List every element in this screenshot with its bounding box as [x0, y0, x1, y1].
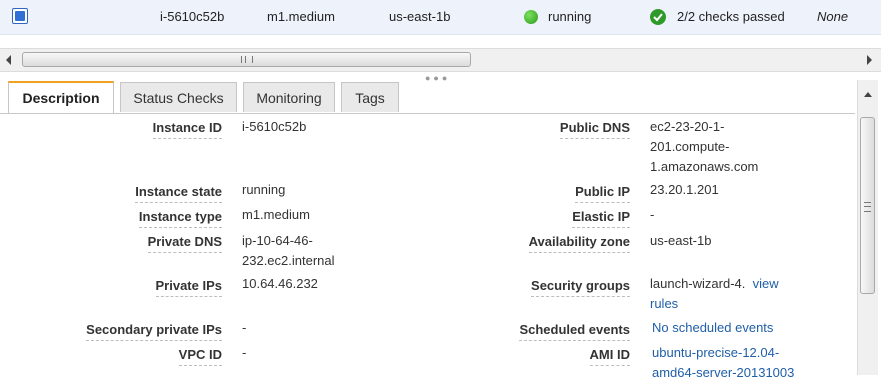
view-rules-link[interactable]: view [753, 276, 779, 291]
public-dns-line: 201.compute- [650, 139, 730, 154]
availability-zone-cell: us-east-1b [389, 9, 451, 24]
public-dns-label: Public DNS [559, 120, 630, 139]
availability-zone-label: Availability zone [528, 234, 630, 253]
ami-id-label: AMI ID [589, 347, 630, 366]
green-checkmark-icon [650, 9, 666, 25]
horizontal-scrollbar[interactable] [0, 48, 881, 72]
green-dot-icon [524, 10, 538, 24]
public-dns-value: ec2-23-20-1- 201.compute- 1.amazonaws.co… [650, 117, 758, 177]
secondary-private-ips-value: - [242, 320, 247, 335]
tab-status-checks[interactable]: Status Checks [120, 82, 237, 112]
status-checks-cell: 2/2 checks passed [677, 9, 785, 24]
private-ips-value: 10.64.46.232 [242, 276, 318, 291]
tab-monitoring[interactable]: Monitoring [243, 82, 335, 112]
instance-id-cell: i-5610c52b [160, 9, 225, 24]
security-groups-value: launch-wizard-4. view rules [650, 274, 779, 314]
instance-id-value: i-5610c52b [242, 119, 307, 134]
public-ip-label: Public IP [575, 184, 630, 203]
instance-state-label: Instance state [135, 184, 222, 203]
tab-description[interactable]: Description [8, 81, 114, 113]
secondary-private-ips-label: Secondary private IPs [86, 322, 222, 341]
detail-tabs: Description Status Checks Monitoring Tag… [0, 80, 855, 114]
instance-type-value: m1.medium [242, 207, 310, 222]
vertical-scrollbar[interactable] [857, 80, 878, 375]
public-dns-line: ec2-23-20-1- [650, 119, 725, 134]
availability-zone-value: us-east-1b [650, 233, 712, 248]
public-dns-line: 1.amazonaws.com [650, 159, 759, 174]
arrow-up-icon[interactable] [863, 86, 873, 101]
arrow-left-icon[interactable] [4, 54, 14, 66]
security-groups-label: Security groups [531, 278, 630, 297]
security-group-name: launch-wizard-4. [650, 276, 746, 291]
elastic-ip-label: Elastic IP [572, 209, 630, 228]
ami-id-link[interactable]: ubuntu-precise-12.04- amd64-server-20131… [652, 343, 794, 383]
ami-id-line[interactable]: ubuntu-precise-12.04- [652, 343, 794, 363]
instance-type-label: Instance type [138, 209, 222, 228]
vpc-id-label: VPC ID [178, 347, 222, 366]
private-ips-label: Private IPs [155, 278, 222, 297]
tab-tags[interactable]: Tags [341, 82, 399, 112]
view-rules-link-cont[interactable]: rules [650, 294, 779, 314]
ami-id-line[interactable]: amd64-server-20131003 [652, 363, 794, 383]
private-dns-value: ip-10-64-46- 232.ec2.internal [242, 231, 335, 271]
arrow-right-icon[interactable] [864, 54, 874, 66]
vpc-id-value: - [242, 345, 247, 360]
public-ip-value: 23.20.1.201 [650, 182, 719, 197]
private-dns-line: 232.ec2.internal [242, 253, 335, 268]
elastic-ip-value: - [650, 207, 655, 222]
vertical-scroll-thumb[interactable] [860, 117, 875, 294]
private-dns-label: Private DNS [147, 234, 222, 253]
instance-row[interactable]: i-5610c52b m1.medium us-east-1b running … [0, 0, 881, 35]
scheduled-events-label: Scheduled events [519, 322, 630, 341]
instance-type-cell: m1.medium [267, 9, 335, 24]
instance-state-cell: running [548, 9, 592, 24]
private-dns-line: ip-10-64-46- [242, 233, 313, 248]
alarm-status-cell: None [817, 9, 849, 24]
checkbox-checked-icon[interactable] [12, 8, 28, 24]
instance-state-value: running [242, 182, 286, 197]
scheduled-events-link[interactable]: No scheduled events [652, 318, 773, 338]
horizontal-scroll-thumb[interactable] [22, 52, 471, 67]
instance-id-label: Instance ID [152, 120, 222, 139]
